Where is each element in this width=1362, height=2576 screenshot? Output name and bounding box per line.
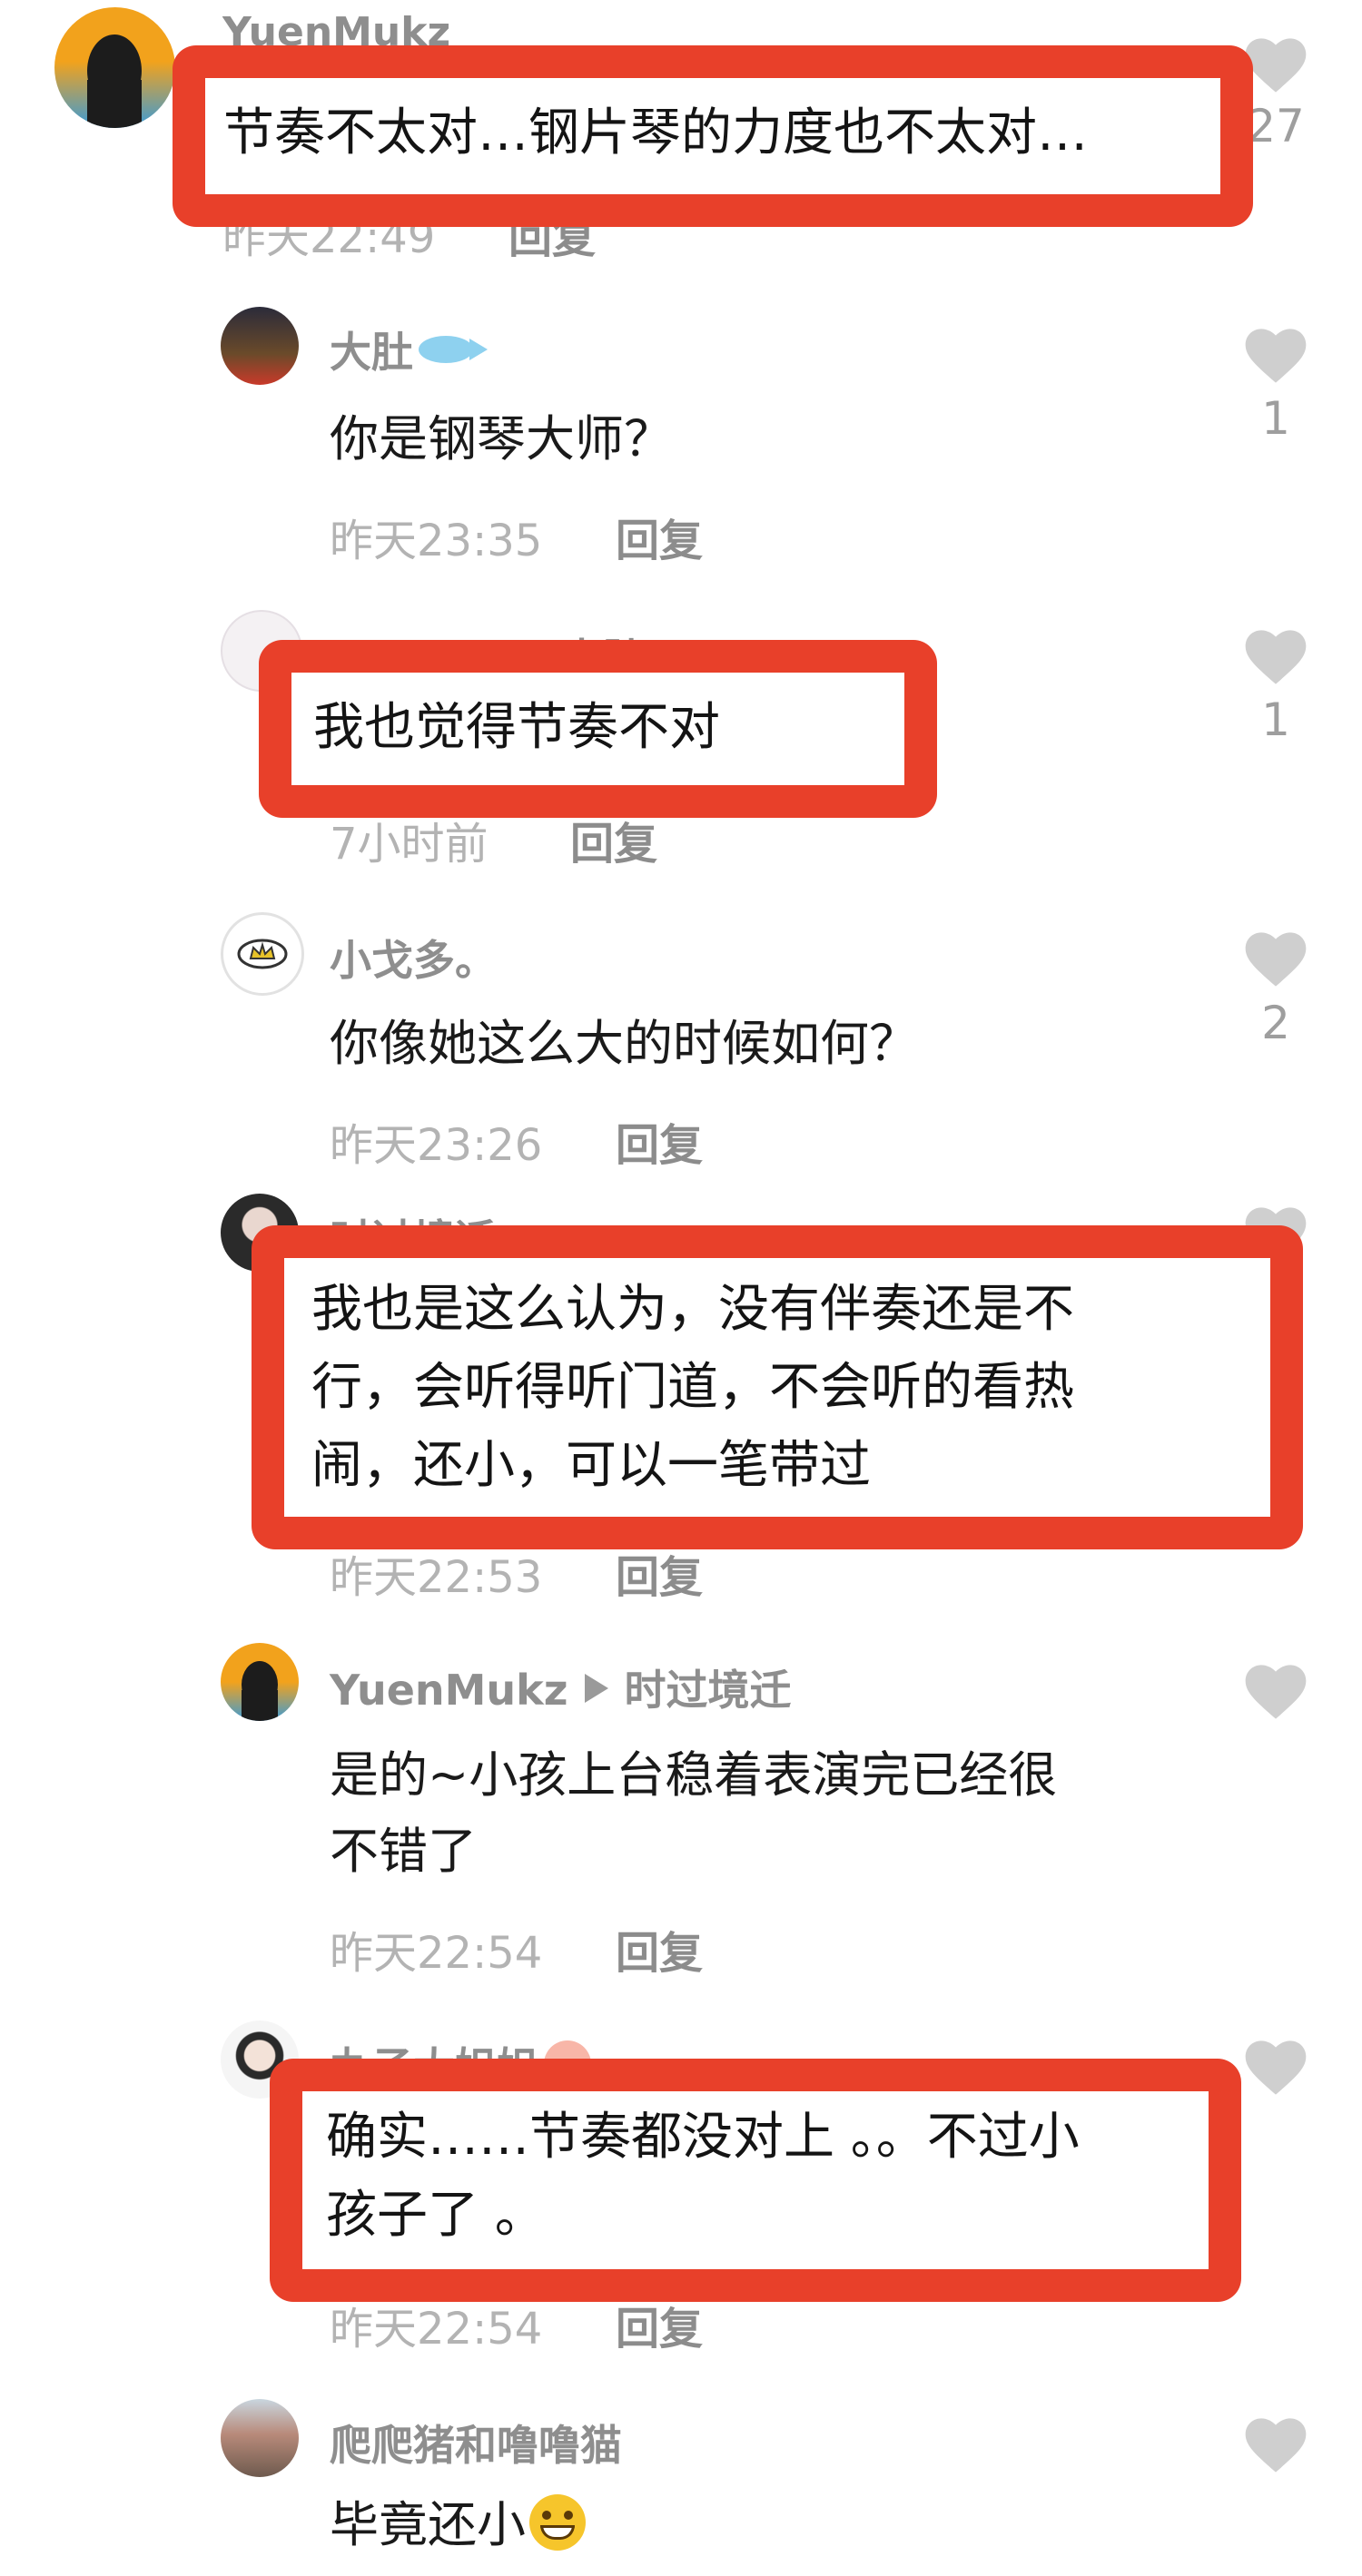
like-count: 1 bbox=[1261, 693, 1290, 746]
highlight-box: 节奏不太对…钢片琴的力度也不太对… bbox=[173, 45, 1253, 227]
comment-text: 我也觉得节奏不对 bbox=[313, 698, 720, 757]
like-heart-icon[interactable] bbox=[1239, 1654, 1312, 1726]
comment-text: 毕竟还小 bbox=[330, 2485, 586, 2565]
reply-button[interactable]: 回复 bbox=[616, 1541, 703, 1605]
highlight-box: 确实……节奏都没对上 。。不过小 孩子了 。 bbox=[270, 2059, 1241, 2302]
fish-emoji-icon bbox=[419, 336, 488, 363]
reply-button[interactable]: 回复 bbox=[616, 505, 703, 568]
like-heart-icon[interactable] bbox=[1239, 2407, 1312, 2480]
like-heart-icon[interactable] bbox=[1239, 921, 1312, 994]
crown-icon bbox=[237, 939, 288, 969]
reply-button[interactable]: 回复 bbox=[616, 1109, 703, 1173]
comment-text-line: 是的~小孩上台稳着表演完已经很 bbox=[330, 1746, 1058, 1804]
like-heart-icon[interactable] bbox=[1239, 619, 1312, 692]
avatar[interactable] bbox=[221, 912, 304, 996]
comment-text: 你像她这么大的时候如何？ bbox=[330, 1015, 918, 1072]
comment-text-line: 闹，还小，可以一笔带过 bbox=[311, 1436, 871, 1495]
comment-text-line: 我也是这么认为，没有伴奏还是不 bbox=[311, 1280, 1074, 1339]
highlight-box: 我也觉得节奏不对 bbox=[259, 640, 937, 818]
comment-username[interactable]: 大肚 bbox=[330, 320, 488, 379]
reply-arrow-icon bbox=[584, 1674, 608, 1703]
comment-time: 昨天23:26 bbox=[330, 1120, 543, 1171]
comment-username[interactable]: YuenMukz bbox=[222, 9, 450, 45]
reply-button[interactable]: 回复 bbox=[616, 1917, 703, 1981]
comment-time: 昨天23:35 bbox=[330, 516, 543, 566]
comment-time: 昨天22:54 bbox=[330, 1928, 543, 1979]
grinning-emoji-icon bbox=[529, 2494, 586, 2551]
reply-button[interactable]: 回复 bbox=[616, 2293, 703, 2356]
comment-username[interactable]: YuenMukz 时过境迁 bbox=[330, 1657, 792, 1717]
comment-username[interactable]: 小戈多。 bbox=[330, 928, 497, 988]
avatar-silhouette-icon bbox=[87, 34, 142, 128]
avatar[interactable] bbox=[54, 7, 175, 128]
avatar[interactable] bbox=[221, 307, 299, 385]
highlight-box: 我也是这么认为，没有伴奏还是不 行，会听得听门道，不会听的看热 闹，还小，可以一… bbox=[252, 1225, 1303, 1549]
comment-text: 你是钢琴大师？ bbox=[330, 410, 673, 467]
comment-time: 昨天22:54 bbox=[330, 2304, 543, 2355]
avatar-silhouette-icon bbox=[242, 1661, 278, 1721]
reply-to-username[interactable]: 时过境迁 bbox=[625, 1666, 792, 1715]
like-count: 2 bbox=[1261, 997, 1290, 1049]
like-heart-icon[interactable] bbox=[1239, 2030, 1312, 2102]
like-heart-icon[interactable] bbox=[1239, 318, 1312, 390]
comment-text-line: 行，会听得听门道，不会听的看热 bbox=[311, 1358, 1074, 1417]
comment-time: 昨天22:53 bbox=[330, 1552, 543, 1603]
comment-text-line: 孩子了 。 bbox=[326, 2186, 546, 2245]
comment-text-line: 确实……节奏都没对上 。。不过小 bbox=[326, 2108, 1080, 2167]
like-count: 1 bbox=[1261, 392, 1290, 445]
avatar[interactable] bbox=[221, 1643, 299, 1721]
comment-text: 节奏不太对…钢片琴的力度也不太对… bbox=[223, 103, 1088, 162]
comment-text-line: 不错了 bbox=[330, 1823, 477, 1880]
comment-username[interactable]: 爬爬猪和噜噜猫 bbox=[330, 2413, 622, 2473]
avatar[interactable] bbox=[221, 2399, 299, 2477]
